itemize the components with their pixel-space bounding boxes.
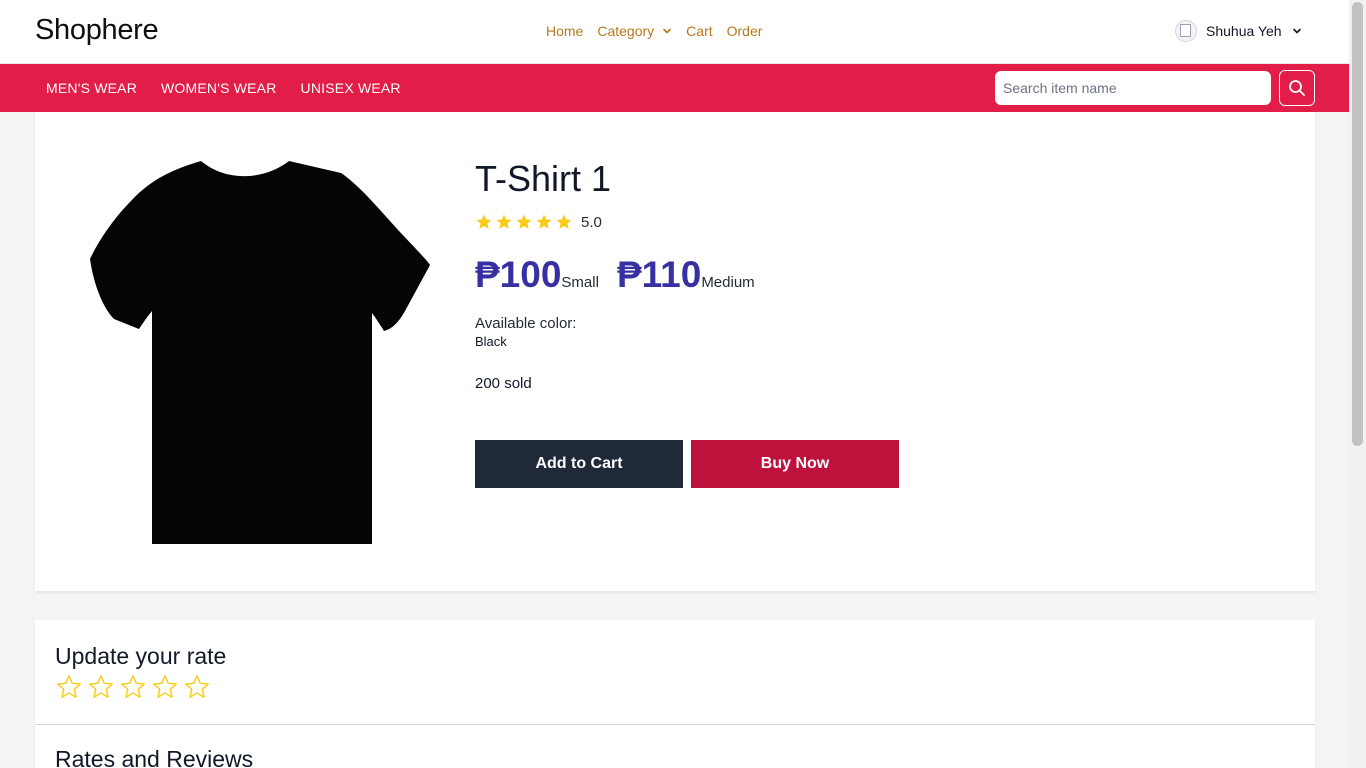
- product-image: [89, 159, 431, 544]
- scrollbar-thumb[interactable]: [1352, 2, 1363, 446]
- scrollbar[interactable]: [1349, 0, 1366, 768]
- star-filled-icon: [556, 214, 572, 229]
- nav-cart[interactable]: Cart: [686, 23, 712, 39]
- price-small: ₱100: [475, 254, 562, 295]
- star-filled-icon: [496, 214, 512, 229]
- category-links: MEN'S WEAR WOMEN'S WEAR UNISEX WEAR: [46, 80, 425, 96]
- user-menu[interactable]: Shuhua Yeh: [1175, 20, 1302, 42]
- add-to-cart-button[interactable]: Add to Cart: [475, 440, 683, 488]
- rate-stars: [55, 673, 215, 706]
- size-medium: Medium: [701, 274, 755, 291]
- rates-reviews-title: Rates and Reviews: [55, 746, 254, 768]
- search-button[interactable]: [1279, 70, 1315, 106]
- available-color-label: Available color:: [475, 315, 577, 332]
- chevron-down-icon: [1292, 28, 1301, 34]
- update-rate-title: Update your rate: [55, 643, 227, 669]
- sold-count: 200 sold: [475, 375, 532, 392]
- main-nav: Home Category Cart Order: [546, 23, 776, 39]
- category-mens-wear[interactable]: MEN'S WEAR: [46, 80, 137, 96]
- product-title: T-Shirt 1: [475, 158, 612, 199]
- page: Shophere Home Category Cart Order Shuhua…: [0, 0, 1366, 768]
- star-outline-icon[interactable]: [183, 673, 211, 706]
- nav-home[interactable]: Home: [546, 23, 583, 39]
- category-womens-wear[interactable]: WOMEN'S WEAR: [161, 80, 277, 96]
- price-medium: ₱110: [616, 254, 702, 295]
- star-outline-icon[interactable]: [55, 673, 83, 706]
- user-name: Shuhua Yeh: [1206, 23, 1282, 39]
- top-header: Shophere Home Category Cart Order Shuhua…: [0, 0, 1349, 64]
- product-rating: 5.0: [475, 213, 602, 231]
- search-icon: [1289, 80, 1305, 96]
- brand-logo[interactable]: Shophere: [35, 14, 159, 47]
- chevron-down-icon: [663, 28, 671, 34]
- tshirt-image: [90, 161, 430, 544]
- nav-category-label: Category: [597, 23, 655, 39]
- buy-now-button[interactable]: Buy Now: [691, 440, 899, 488]
- size-small: Small: [561, 274, 599, 291]
- search-input[interactable]: [995, 71, 1271, 105]
- category-unisex-wear[interactable]: UNISEX WEAR: [301, 80, 401, 96]
- divider: [35, 724, 1315, 725]
- avatar: [1175, 20, 1197, 42]
- product-card: T-Shirt 1 5.0 ₱100 Small ₱110 Medium Ava…: [35, 112, 1315, 592]
- price-list: ₱100 Small ₱110 Medium: [475, 254, 773, 296]
- star-filled-icon: [516, 214, 532, 229]
- star-filled-icon: [476, 214, 492, 229]
- nav-order[interactable]: Order: [727, 23, 763, 39]
- rating-value: 5.0: [581, 213, 602, 231]
- rate-card: Update your rate Rates and Reviews: [35, 620, 1315, 768]
- available-color-value: Black: [475, 334, 507, 349]
- star-outline-icon[interactable]: [151, 673, 179, 706]
- star-outline-icon[interactable]: [87, 673, 115, 706]
- nav-category[interactable]: Category: [597, 23, 672, 39]
- star-filled-icon: [536, 214, 552, 229]
- star-outline-icon[interactable]: [119, 673, 147, 706]
